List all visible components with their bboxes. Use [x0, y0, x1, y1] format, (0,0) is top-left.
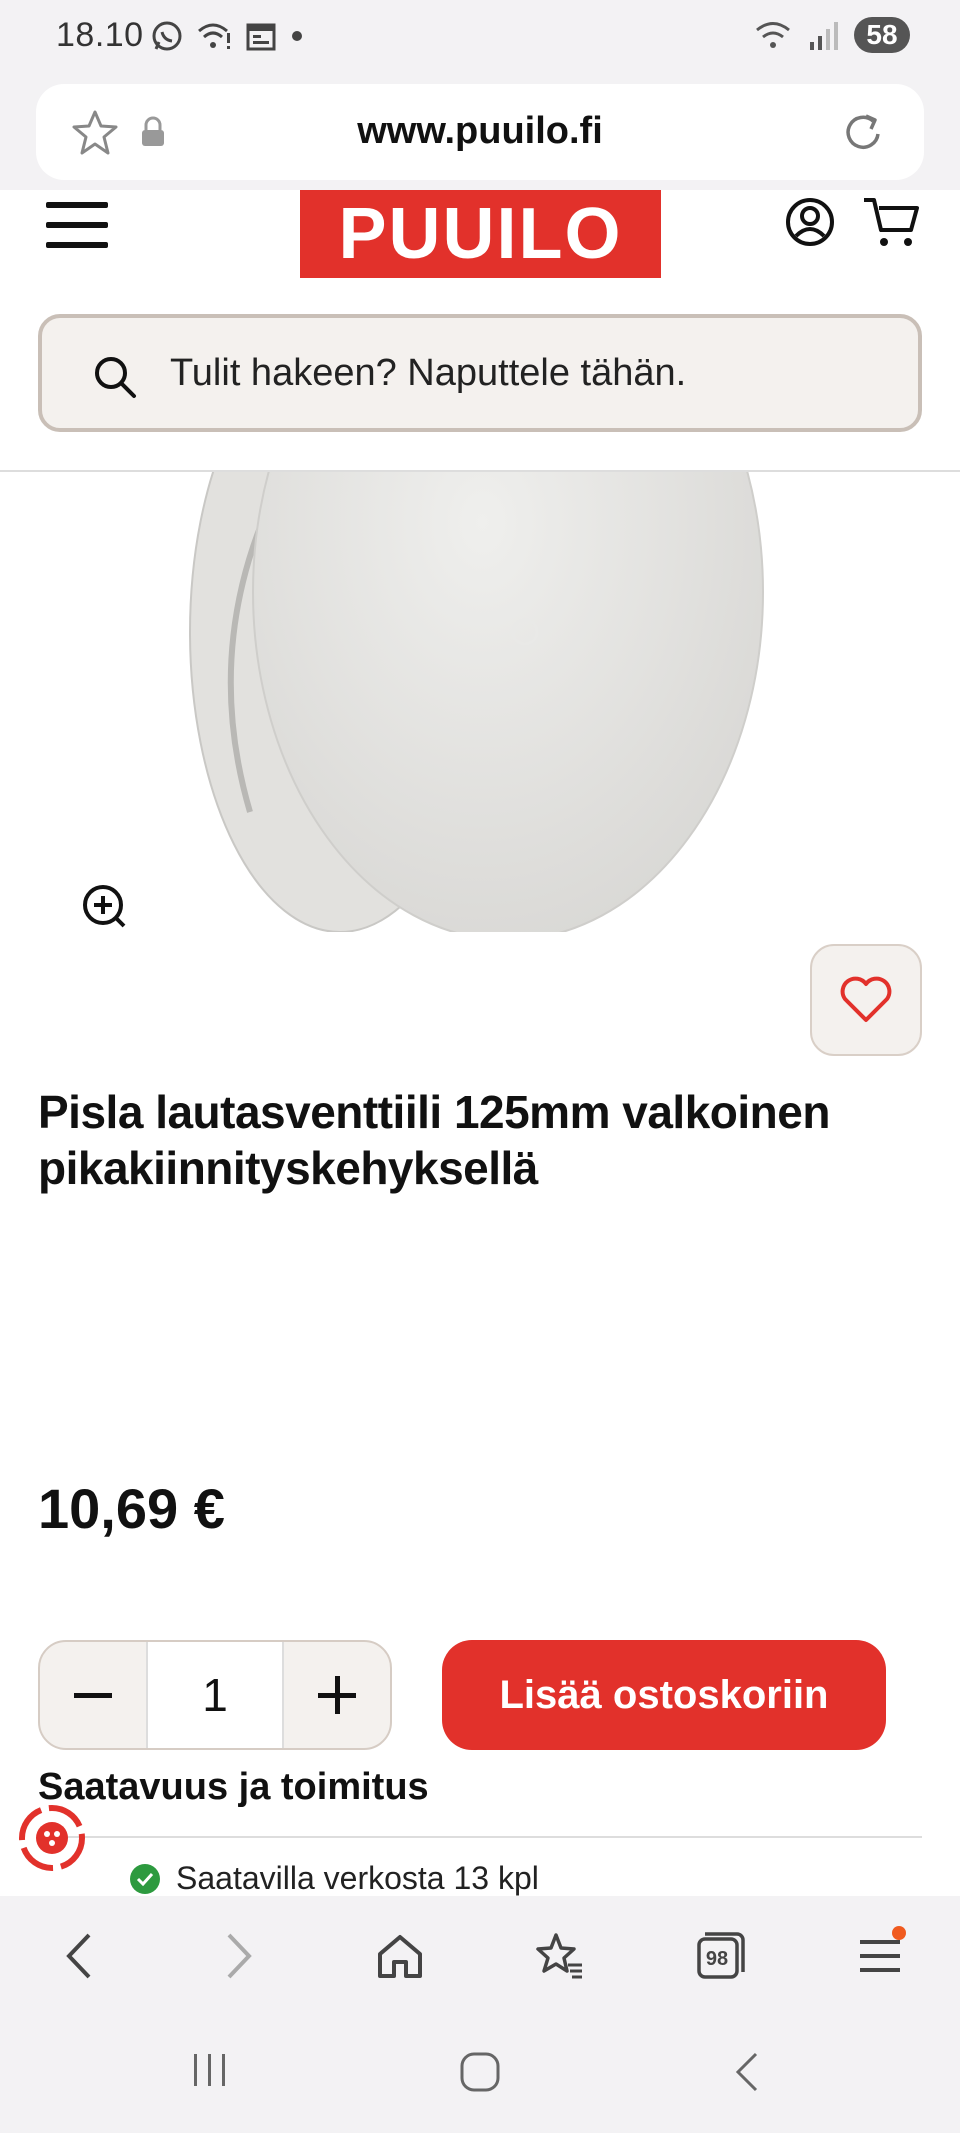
browser-bottom-bar: 98 [0, 1896, 960, 2008]
status-time: 18.10 [56, 16, 144, 54]
android-navigation-bar [0, 2008, 960, 2133]
account-icon[interactable] [784, 196, 836, 248]
check-icon [130, 1863, 160, 1894]
availability-text: Saatavilla verkosta 13 kpl [176, 1860, 539, 1896]
hamburger-menu-button[interactable] [46, 200, 108, 250]
tabs-count: 98 [705, 1947, 729, 1970]
forward-button[interactable] [210, 1926, 270, 1986]
favorite-button[interactable] [810, 944, 922, 1056]
quantity-value[interactable]: 1 [146, 1642, 284, 1748]
product-image[interactable] [0, 472, 960, 932]
site-header: PUUILO Tulit hakeen? Naputtele tähän. [0, 190, 960, 472]
plus-icon [318, 1676, 356, 1714]
quantity-stepper: 1 [38, 1640, 392, 1750]
browser-toolbar: www.puuilo.fi [0, 72, 960, 190]
vent-image [189, 472, 764, 932]
availability-online: Saatavilla verkosta 13 kpl [130, 1860, 539, 1897]
battery-indicator: 58 [854, 17, 910, 53]
system-icons: 58 [754, 14, 910, 56]
divider [38, 1836, 922, 1838]
reload-icon[interactable] [840, 108, 888, 158]
bookmarks-button[interactable] [530, 1926, 590, 1986]
floating-widget-icon[interactable] [16, 1802, 88, 1874]
home-icon [378, 1935, 422, 1978]
forward-arrow-icon [227, 1933, 252, 1979]
calendar-icon [246, 23, 276, 51]
url-text[interactable]: www.puuilo.fi [36, 110, 924, 153]
home-nav-icon[interactable] [458, 2050, 502, 2094]
increase-quantity-button[interactable] [284, 1642, 390, 1748]
puuilo-logo[interactable]: PUUILO [300, 190, 661, 278]
decrease-quantity-button[interactable] [40, 1642, 146, 1748]
notification-icons [150, 16, 304, 56]
home-button[interactable] [370, 1926, 430, 1986]
dot-icon [292, 31, 302, 41]
back-button[interactable] [48, 1926, 108, 1986]
search-placeholder[interactable]: Tulit hakeen? Naputtele tähän. [170, 352, 686, 395]
signal-icon [810, 22, 838, 50]
add-to-cart-button[interactable]: Lisää ostoskoriin [442, 1640, 886, 1750]
heart-icon [840, 976, 892, 1022]
address-bar[interactable]: www.puuilo.fi [36, 84, 924, 180]
menu-icon [860, 1940, 900, 1972]
browser-menu-button[interactable] [850, 1926, 910, 1986]
back-arrow-icon [66, 1933, 91, 1979]
cart-icon[interactable] [862, 194, 920, 250]
wifi-icon [756, 22, 790, 48]
zoom-icon[interactable] [82, 884, 128, 930]
product-title: Pisla lautasventtiili 125mm valkoinen pi… [38, 1086, 830, 1194]
tabs-button[interactable]: 98 [690, 1926, 750, 1986]
product-price: 10,69 € [38, 1477, 225, 1540]
whatsapp-icon [152, 21, 182, 51]
notification-dot [892, 1926, 906, 1940]
status-bar: 18.10 58 [0, 0, 960, 72]
bookmarks-star-icon [536, 1933, 582, 1979]
availability-heading[interactable]: Saatavuus ja toimitus [38, 1766, 429, 1809]
wifi-alert-icon [198, 23, 230, 49]
search-field[interactable]: Tulit hakeen? Naputtele tähän. [38, 314, 922, 432]
search-icon [95, 357, 136, 398]
recent-apps-icon[interactable] [190, 2050, 230, 2090]
minus-icon [74, 1693, 112, 1698]
back-nav-icon[interactable] [732, 2050, 762, 2094]
